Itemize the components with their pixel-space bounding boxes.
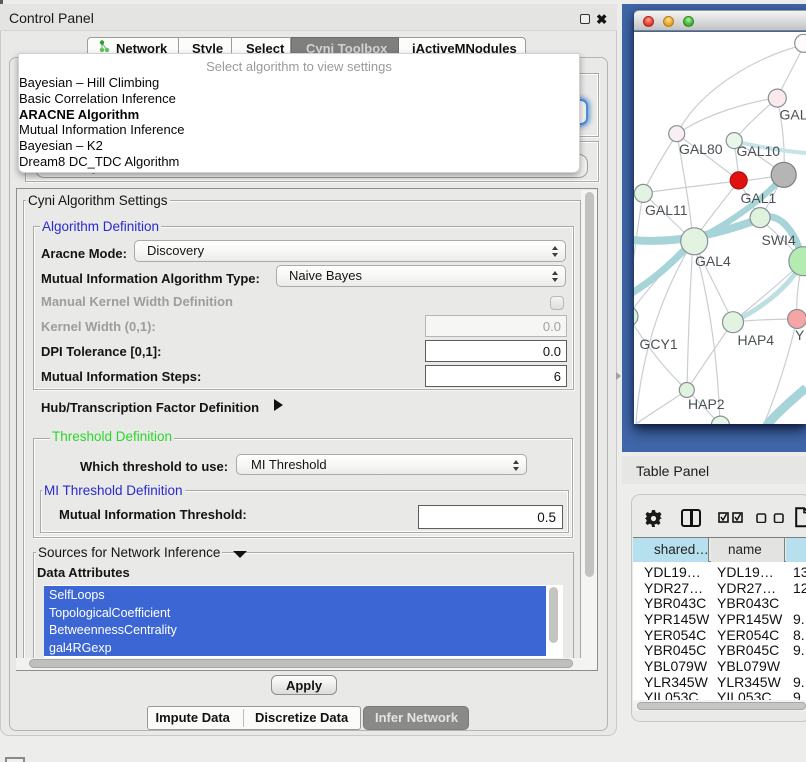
svg-text:GAL8: GAL8 xyxy=(780,107,806,123)
svg-text:GAL80: GAL80 xyxy=(679,141,723,157)
svg-text:GAL1: GAL1 xyxy=(741,190,777,206)
svg-text:GAL10: GAL10 xyxy=(737,143,781,159)
svg-text:HAP4: HAP4 xyxy=(738,332,775,348)
svg-text:Y: Y xyxy=(795,327,805,343)
svg-text:GCY1: GCY1 xyxy=(640,336,678,352)
svg-text:HAP2: HAP2 xyxy=(688,396,725,412)
svg-text:GAL11: GAL11 xyxy=(645,202,688,218)
svg-text:SWI4: SWI4 xyxy=(762,232,796,248)
svg-text:GAL4: GAL4 xyxy=(695,253,731,269)
